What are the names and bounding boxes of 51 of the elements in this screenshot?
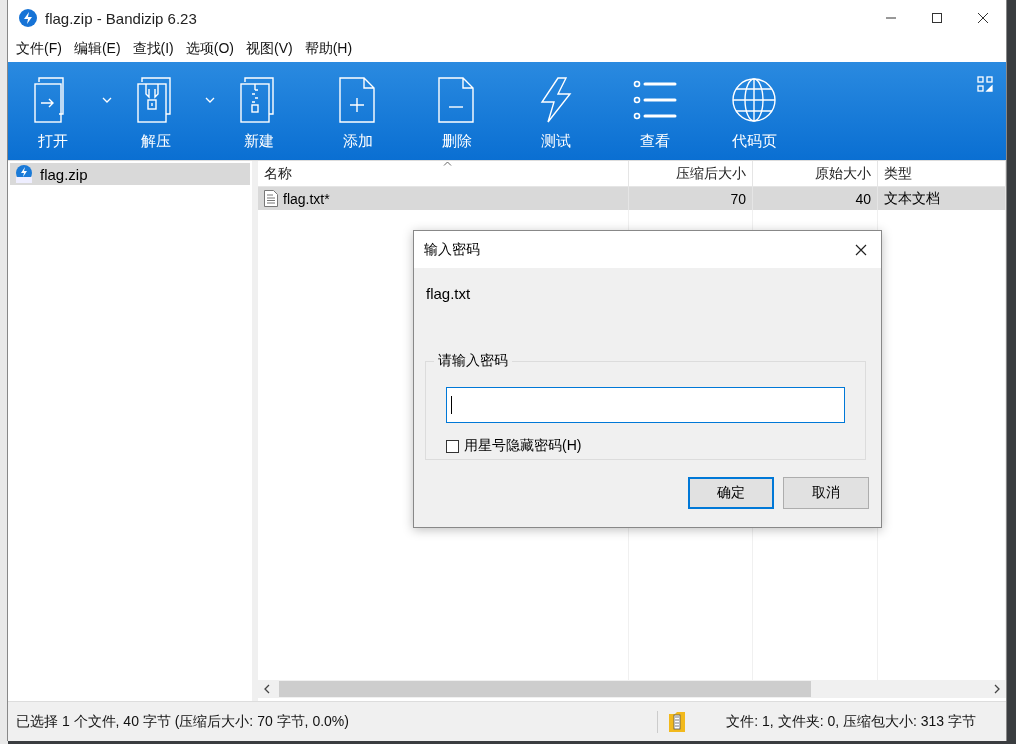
globe-icon — [731, 76, 777, 124]
caret-icon — [102, 97, 112, 103]
menu-item[interactable]: 查找(I) — [126, 37, 180, 61]
zip-file-icon — [14, 164, 34, 184]
column-header[interactable]: 原始大小 — [753, 161, 878, 186]
tool-button[interactable]: 查看 — [612, 62, 698, 160]
menu-item[interactable]: 文件(F) — [10, 37, 68, 61]
close-icon — [855, 243, 867, 256]
chevron-left-icon — [264, 684, 270, 694]
maximize-icon — [931, 12, 943, 24]
selection-status: 已选择 1 个文件, 40 字节 (压缩后大小: 70 字节, 0.0%) — [15, 712, 350, 731]
horizontal-scrollbar[interactable] — [258, 680, 1006, 698]
document-minus-icon — [437, 76, 477, 124]
dialog-title: 输入密码 — [424, 240, 481, 259]
close-icon — [977, 12, 989, 24]
caret-icon — [205, 97, 215, 103]
file-row[interactable]: flag.txt* 70 40 文本文档 — [258, 187, 1006, 210]
sort-caret-icon — [443, 161, 452, 166]
checkbox[interactable] — [446, 439, 459, 453]
menu-item[interactable]: 编辑(E) — [67, 37, 127, 61]
zip-folder-icon — [668, 710, 687, 733]
table-cell: flag.txt* — [258, 187, 629, 210]
window-title: flag.zip - Bandizip 6.23 — [45, 9, 198, 27]
table-cell: 70 — [629, 187, 753, 210]
tool-button[interactable]: 代码页 — [711, 62, 797, 160]
text-file-icon — [264, 190, 278, 207]
document-plus-icon — [338, 76, 378, 124]
column-header[interactable]: 类型 — [878, 161, 1006, 186]
column-header[interactable]: 名称 — [258, 161, 629, 186]
scrollbar-thumb[interactable] — [279, 681, 811, 697]
file-name: flag.txt — [426, 285, 472, 302]
password-field[interactable] — [446, 387, 845, 423]
grid-icon — [977, 76, 993, 92]
tool-button[interactable]: 删除 — [414, 62, 500, 160]
column-header[interactable]: 压缩后大小 — [629, 161, 753, 186]
chevron-right-icon — [994, 684, 1000, 694]
checkbox-label[interactable]: 用星号隐藏密码(H) — [464, 437, 582, 455]
group-label: 请输入密码 — [437, 352, 509, 370]
app-logo-icon — [19, 9, 37, 27]
menu-item[interactable]: 帮助(H) — [298, 37, 359, 61]
menu-item[interactable]: 选项(O) — [179, 37, 240, 61]
table-cell: 文本文档 — [878, 187, 1006, 210]
sidebar-item[interactable]: flag.zip — [10, 163, 250, 185]
menu-item[interactable]: 视图(V) — [240, 37, 299, 61]
tool-button[interactable]: 测试 — [513, 62, 599, 160]
table-cell: 40 — [753, 187, 878, 210]
layout-button[interactable] — [976, 76, 994, 94]
archive-summary: 文件: 1, 文件夹: 0, 压缩包大小: 313 字节 — [726, 712, 977, 731]
tool-button[interactable]: 添加 — [315, 62, 401, 160]
cancel-button[interactable]: 取消 — [783, 477, 869, 509]
ok-button[interactable]: 确定 — [688, 477, 774, 509]
